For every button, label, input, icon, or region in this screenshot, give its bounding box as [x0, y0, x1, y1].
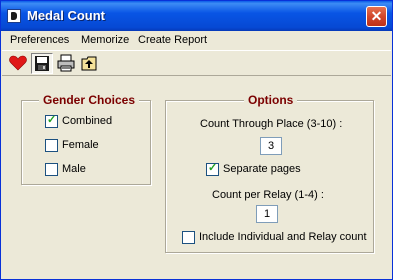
separate-pages-label: Separate pages	[223, 163, 301, 175]
count-relay-label: Count per Relay (1-4) :	[212, 189, 324, 201]
app-icon	[7, 9, 21, 23]
favorite-button[interactable]	[7, 53, 29, 74]
save-button[interactable]	[31, 53, 53, 74]
window-title: Medal Count	[27, 8, 105, 23]
heart-icon	[9, 55, 27, 71]
print-button[interactable]	[55, 53, 77, 74]
separate-pages-checkbox[interactable]: ✓	[206, 162, 219, 176]
options-group: Options Count Through Place (3-10) : 3 ✓…	[165, 93, 374, 253]
include-count-label: Include Individual and Relay count	[199, 231, 367, 243]
count-through-input[interactable]: 3	[260, 137, 282, 155]
gender-choices-group: Gender Choices ✓ Combined Female Male	[21, 93, 151, 185]
menu-preferences[interactable]: Preferences	[10, 34, 69, 46]
print-icon	[57, 54, 75, 72]
combined-label: Combined	[62, 115, 113, 127]
options-title: Options	[244, 93, 298, 107]
title-bar[interactable]: Medal Count ✕	[1, 1, 392, 31]
check-mark-icon: ✓	[208, 162, 218, 174]
menu-create-report[interactable]: Create Report	[138, 34, 207, 46]
check-mark-icon: ✓	[47, 114, 57, 126]
count-relay-input[interactable]: 1	[256, 205, 278, 223]
menu-memorize[interactable]: Memorize	[81, 34, 129, 46]
combined-checkbox[interactable]: ✓	[45, 114, 58, 128]
female-label: Female	[62, 139, 99, 151]
toolbar	[2, 50, 391, 76]
female-checkbox[interactable]	[45, 139, 58, 152]
gender-choices-title: Gender Choices	[39, 93, 140, 107]
male-checkbox[interactable]	[45, 163, 58, 176]
up-folder-button[interactable]	[79, 53, 101, 74]
save-icon	[35, 56, 49, 71]
count-through-label: Count Through Place (3-10) :	[200, 118, 343, 130]
medal-count-window: Medal Count ✕ Preferences Memorize Creat…	[0, 0, 393, 280]
up-folder-icon	[81, 56, 97, 71]
male-label: Male	[62, 163, 86, 175]
close-icon: ✕	[370, 8, 383, 24]
include-count-checkbox[interactable]	[182, 231, 195, 244]
close-button[interactable]: ✕	[366, 6, 387, 27]
menu-bar: Preferences Memorize Create Report	[2, 31, 391, 49]
